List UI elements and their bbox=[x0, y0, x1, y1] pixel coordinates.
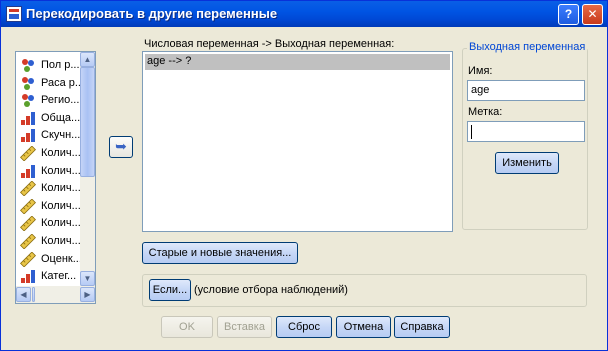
scroll-up-arrow-icon[interactable]: ▲ bbox=[80, 52, 95, 67]
ordinal-icon bbox=[20, 128, 36, 143]
output-name-value: age bbox=[471, 84, 490, 96]
label-label: Метка: bbox=[468, 106, 503, 118]
variable-label: Колич... bbox=[41, 164, 80, 177]
if-button[interactable]: Если... bbox=[149, 279, 191, 301]
if-button-label: Если... bbox=[152, 284, 188, 296]
scroll-left-arrow-icon[interactable]: ◀ bbox=[16, 287, 31, 302]
variable-list-item[interactable]: Колич... bbox=[18, 198, 80, 215]
scale-icon bbox=[20, 233, 36, 250]
reset-button[interactable]: Сброс bbox=[276, 316, 332, 338]
change-button[interactable]: Изменить bbox=[495, 152, 559, 174]
scale-icon bbox=[20, 180, 36, 197]
arrow-right-icon: ➥ bbox=[115, 138, 127, 154]
variable-list-item[interactable]: Раса р... bbox=[18, 75, 80, 92]
scale-icon bbox=[20, 215, 36, 232]
variable-label: Колич... bbox=[41, 199, 80, 212]
variable-label: Пол р... bbox=[41, 59, 80, 71]
mapping-list[interactable]: age --> ? bbox=[142, 51, 453, 232]
output-label-field[interactable] bbox=[467, 121, 585, 142]
variable-list-item[interactable]: Регио... bbox=[18, 92, 80, 109]
title-bar[interactable]: Перекодировать в другие переменные ? ✕ bbox=[1, 1, 607, 27]
ok-button-label: OK bbox=[179, 321, 195, 333]
scale-icon bbox=[20, 198, 36, 215]
if-condition-note: (условие отбора наблюдений) bbox=[194, 284, 348, 296]
close-button[interactable]: ✕ bbox=[582, 4, 603, 25]
paste-button[interactable]: Вставка bbox=[217, 316, 272, 338]
variable-label: Обща... bbox=[41, 111, 80, 124]
ordinal-icon bbox=[20, 269, 36, 284]
vertical-scroll-thumb[interactable] bbox=[80, 67, 95, 177]
nominal-icon bbox=[20, 93, 36, 108]
variable-list-horizontal-scrollbar[interactable]: ◀ ▶ bbox=[16, 286, 95, 303]
scroll-right-arrow-icon[interactable]: ▶ bbox=[80, 287, 95, 302]
variable-list-item[interactable]: Колич... bbox=[18, 163, 80, 180]
variable-label: Колич... bbox=[41, 217, 80, 230]
variable-label: Колич... bbox=[41, 235, 80, 247]
spss-app-icon bbox=[6, 6, 22, 22]
old-new-values-label: Старые и новые значения... bbox=[148, 247, 292, 259]
scroll-down-arrow-icon[interactable]: ▼ bbox=[80, 271, 95, 286]
ordinal-icon bbox=[20, 111, 36, 126]
dialog-window: Перекодировать в другие переменные ? ✕ П… bbox=[0, 0, 608, 351]
variable-label: Регио... bbox=[41, 94, 80, 107]
paste-button-label: Вставка bbox=[224, 321, 265, 333]
cancel-button-label: Отмена bbox=[343, 321, 384, 333]
variable-label: Катег... bbox=[41, 270, 77, 283]
output-variable-legend: Выходная переменная bbox=[467, 41, 588, 53]
nominal-icon bbox=[20, 76, 36, 91]
help-button-label: Справка bbox=[400, 321, 444, 333]
nominal-icon bbox=[20, 58, 36, 73]
variable-list-item[interactable]: Обща... bbox=[18, 110, 80, 127]
variable-label: Скучн... bbox=[41, 129, 80, 142]
variable-list-item[interactable]: Пол р... bbox=[18, 57, 80, 74]
mapping-row-text: age --> ? bbox=[147, 55, 192, 67]
variable-label: Колич... bbox=[41, 147, 80, 159]
name-label: Имя: bbox=[468, 65, 493, 77]
help-title-button[interactable]: ? bbox=[558, 4, 579, 25]
variable-label: Колич... bbox=[41, 182, 80, 195]
variable-label: Оценк... bbox=[41, 252, 80, 265]
window-title: Перекодировать в другие переменные bbox=[26, 6, 278, 21]
source-variable-list[interactable]: Пол р... Раса р... Регио... Обща... Скучн...… bbox=[15, 51, 96, 304]
move-variable-button[interactable]: ➥ bbox=[109, 136, 133, 158]
ordinal-icon bbox=[20, 164, 36, 179]
variable-label: Раса р... bbox=[41, 76, 80, 89]
horizontal-scroll-thumb[interactable] bbox=[32, 287, 35, 302]
variable-list-item[interactable]: Колич... bbox=[18, 180, 80, 197]
change-button-label: Изменить bbox=[502, 157, 552, 169]
variable-list-item[interactable]: Скучн... bbox=[18, 127, 80, 144]
cancel-button[interactable]: Отмена bbox=[336, 316, 391, 338]
variable-list-item[interactable]: Оценк... bbox=[18, 251, 80, 268]
variable-list-item[interactable]: Колич... bbox=[18, 233, 80, 250]
variable-list-item[interactable]: Колич... bbox=[18, 215, 80, 232]
ok-button[interactable]: OK bbox=[161, 316, 213, 338]
text-caret bbox=[471, 125, 472, 139]
scale-icon bbox=[20, 145, 36, 162]
reset-button-label: Сброс bbox=[288, 321, 320, 333]
variable-list-vertical-scrollbar[interactable]: ▲ ▼ bbox=[80, 52, 95, 286]
variable-list-item[interactable]: Колич... bbox=[18, 145, 80, 162]
output-name-field[interactable]: age bbox=[467, 80, 585, 101]
mapping-row[interactable]: age --> ? bbox=[145, 54, 450, 70]
variable-list-item[interactable]: Катег... bbox=[18, 268, 80, 285]
old-new-values-button[interactable]: Старые и новые значения... bbox=[142, 242, 298, 264]
mapping-header: Числовая переменная -> Выходная переменн… bbox=[144, 38, 395, 50]
help-button[interactable]: Справка bbox=[394, 316, 450, 338]
scale-icon bbox=[20, 251, 36, 268]
